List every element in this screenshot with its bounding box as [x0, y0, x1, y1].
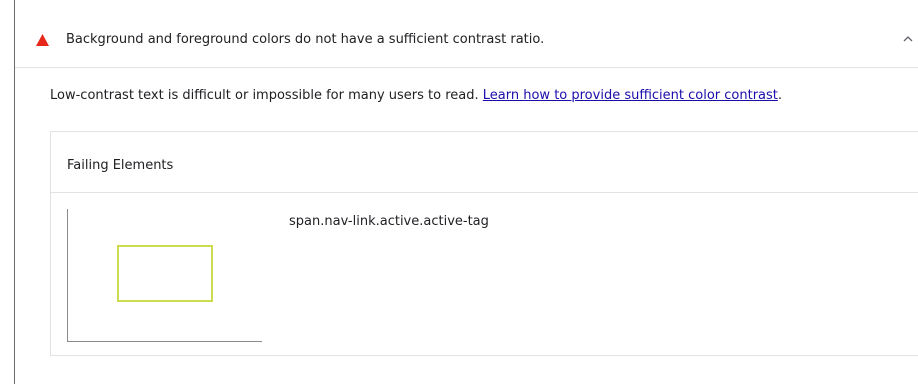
chevron-up-icon[interactable]	[903, 34, 913, 44]
description-text: Low-contrast text is difficult or imposs…	[50, 88, 483, 103]
element-selector[interactable]: span.nav-link.active.active-tag	[289, 214, 489, 230]
warning-triangle-icon	[36, 34, 49, 46]
learn-more-link[interactable]: Learn how to provide sufficient color co…	[483, 88, 778, 103]
audit-header[interactable]: Background and foreground colors do not …	[15, 0, 918, 68]
failing-elements-table: Failing Elements span.nav-link.active.ac…	[50, 131, 918, 356]
failing-elements-heading: Failing Elements	[67, 158, 174, 173]
element-screenshot-thumbnail	[67, 209, 262, 342]
audit-panel: Background and foreground colors do not …	[14, 0, 918, 384]
audit-description: Low-contrast text is difficult or imposs…	[50, 88, 782, 104]
table-header: Failing Elements	[51, 132, 918, 193]
description-trailing: .	[777, 88, 783, 103]
element-highlight-box	[117, 245, 213, 302]
audit-title: Background and foreground colors do not …	[66, 32, 545, 47]
